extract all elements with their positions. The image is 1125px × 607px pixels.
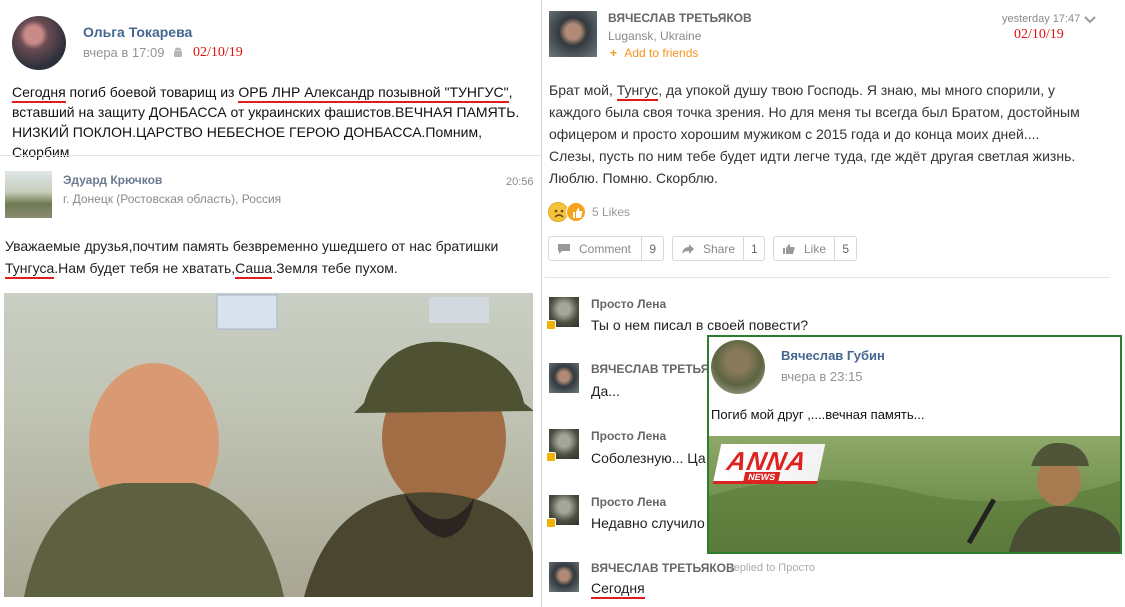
highlight-sasha: Саша [235, 260, 273, 279]
post1-author[interactable]: Ольга Токарева [83, 24, 192, 40]
highlight-tungus: Тунгус [616, 82, 659, 101]
post2-location: г. Донецк (Ростовская область), Россия [63, 192, 282, 206]
avatar[interactable] [5, 171, 52, 218]
ok-badge-icon [546, 320, 556, 330]
post3-text: Брат мой, Тунгус, да упокой душу твою Го… [549, 82, 1080, 186]
date-annotation: 02/10/19 [193, 45, 243, 60]
divider [545, 277, 1110, 278]
overlay-author[interactable]: Вячеслав Губин [781, 348, 885, 363]
comment-text: Ты о нем писал в своей повести? [591, 317, 809, 333]
anna-news-logo: ANNA NEWS [712, 444, 826, 484]
divider [541, 0, 542, 607]
avatar[interactable] [711, 340, 765, 394]
like-reaction-icon[interactable] [566, 202, 586, 222]
comment-author[interactable]: ВЯЧЕСЛАВ ТРЕТЬЯКОВ [591, 561, 735, 575]
avatar[interactable] [12, 16, 66, 70]
post2-author[interactable]: Эдуард Крючков [63, 173, 162, 187]
overlay-time: вчера в 23:15 [781, 369, 863, 384]
post2-text: Уважаемые друзья,почтим память безвремен… [5, 235, 535, 279]
likes-count[interactable]: 5 Likes [592, 205, 630, 219]
add-friend-button[interactable]: + Add to friends [610, 46, 698, 60]
post2-photo[interactable] [4, 293, 533, 597]
highlight-today: Сегодня [12, 84, 66, 103]
chevron-down-icon[interactable] [1083, 12, 1097, 24]
date-annotation: 02/10/19 [1014, 27, 1064, 42]
share-icon [681, 243, 695, 255]
comment-author[interactable]: Просто Лена [591, 297, 666, 311]
highlight-tungus: Тунгуса [5, 260, 55, 279]
post3-author[interactable]: ВЯЧЕСЛАВ ТРЕТЬЯКОВ [608, 11, 752, 25]
highlight-unit: ОРБ ЛНР Александр позывной "ТУНГУС" [238, 84, 509, 103]
post1-text: Сегодня погиб боевой товарищ из ОРБ ЛНР … [12, 84, 520, 160]
post2-time[interactable]: 20:56 [506, 176, 534, 188]
comment-icon [557, 243, 571, 255]
comment-text: Сегодня [591, 580, 645, 599]
comment-button[interactable]: Comment 9 [548, 236, 664, 261]
post1-time: вчера в 17:09 [83, 45, 165, 60]
comment-author[interactable]: Просто Лена [591, 495, 666, 509]
plus-icon: + [610, 46, 618, 60]
ok-badge-icon [546, 452, 556, 462]
comment-text: Недавно случило [591, 515, 705, 531]
comment-text: Соболезную... Ца [591, 450, 706, 466]
like-button[interactable]: Like 5 [773, 236, 857, 261]
replied-to: replied to Просто [730, 562, 815, 574]
android-icon [173, 46, 183, 58]
post3-time: yesterday 17:47 [1002, 13, 1081, 25]
avatar[interactable] [549, 562, 579, 592]
avatar[interactable] [549, 363, 579, 393]
avatar[interactable] [549, 11, 597, 57]
inset-screenshot: Вячеслав Губин вчера в 23:15 Погиб мой д… [707, 335, 1122, 554]
highlight-today: Сегодня [591, 580, 645, 599]
overlay-text: Погиб мой друг ,....вечная память... [711, 407, 925, 422]
share-button[interactable]: Share 1 [672, 236, 765, 261]
divider [0, 155, 541, 156]
comment-author[interactable]: Просто Лена [591, 429, 666, 443]
sad-reaction-icon[interactable] [548, 202, 568, 222]
post3-location: Lugansk, Ukraine [608, 29, 702, 43]
overlay-photo[interactable]: ANNA NEWS [709, 436, 1120, 552]
ok-badge-icon [546, 518, 556, 528]
comment-text: Да... [591, 383, 620, 399]
thumbs-up-icon [782, 243, 796, 255]
